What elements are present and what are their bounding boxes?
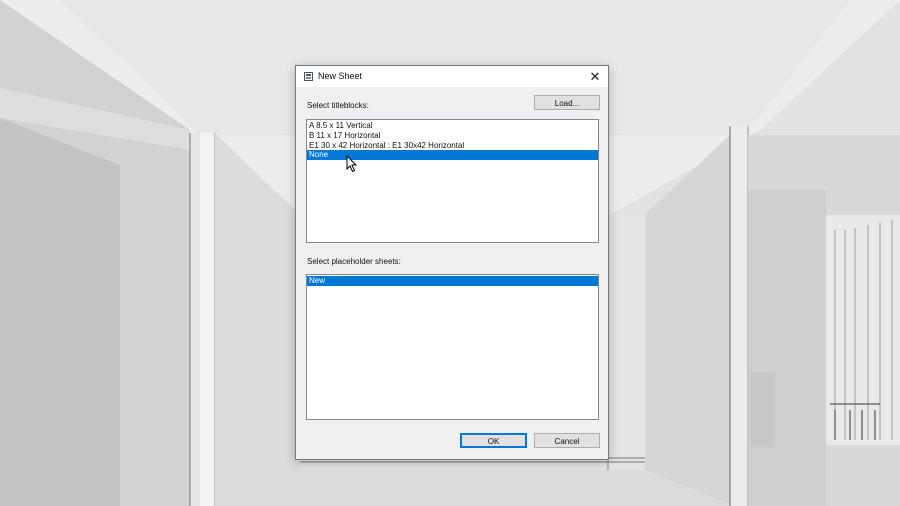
titleblocks-listbox[interactable]: A 8.5 x 11 Vertical B 11 x 17 Horizontal… — [306, 119, 599, 243]
placeholder-sheets-label: Select placeholder sheets: — [307, 257, 401, 266]
revit-app-icon — [304, 72, 313, 81]
cancel-button[interactable]: Cancel — [534, 433, 600, 448]
ok-button[interactable]: OK — [460, 433, 527, 448]
dialog-titlebar[interactable]: New Sheet ✕ — [296, 66, 608, 87]
titleblock-item[interactable]: A 8.5 x 11 Vertical — [307, 121, 598, 131]
dialog-title: New Sheet — [318, 71, 363, 81]
placeholder-sheet-item-selected[interactable]: New — [307, 276, 598, 286]
placeholder-sheets-listbox[interactable]: New — [306, 274, 599, 420]
titleblock-item[interactable]: E1 30 x 42 Horizontal : E1 30x42 Horizon… — [307, 141, 598, 151]
titleblock-item[interactable]: B 11 x 17 Horizontal — [307, 131, 598, 141]
titleblocks-label: Select titleblocks: — [307, 101, 369, 110]
close-icon[interactable]: ✕ — [582, 66, 608, 87]
new-sheet-dialog: New Sheet ✕ Select titleblocks: Load... … — [295, 65, 609, 460]
mouse-pointer-icon — [346, 155, 358, 173]
load-button[interactable]: Load... — [534, 95, 600, 110]
